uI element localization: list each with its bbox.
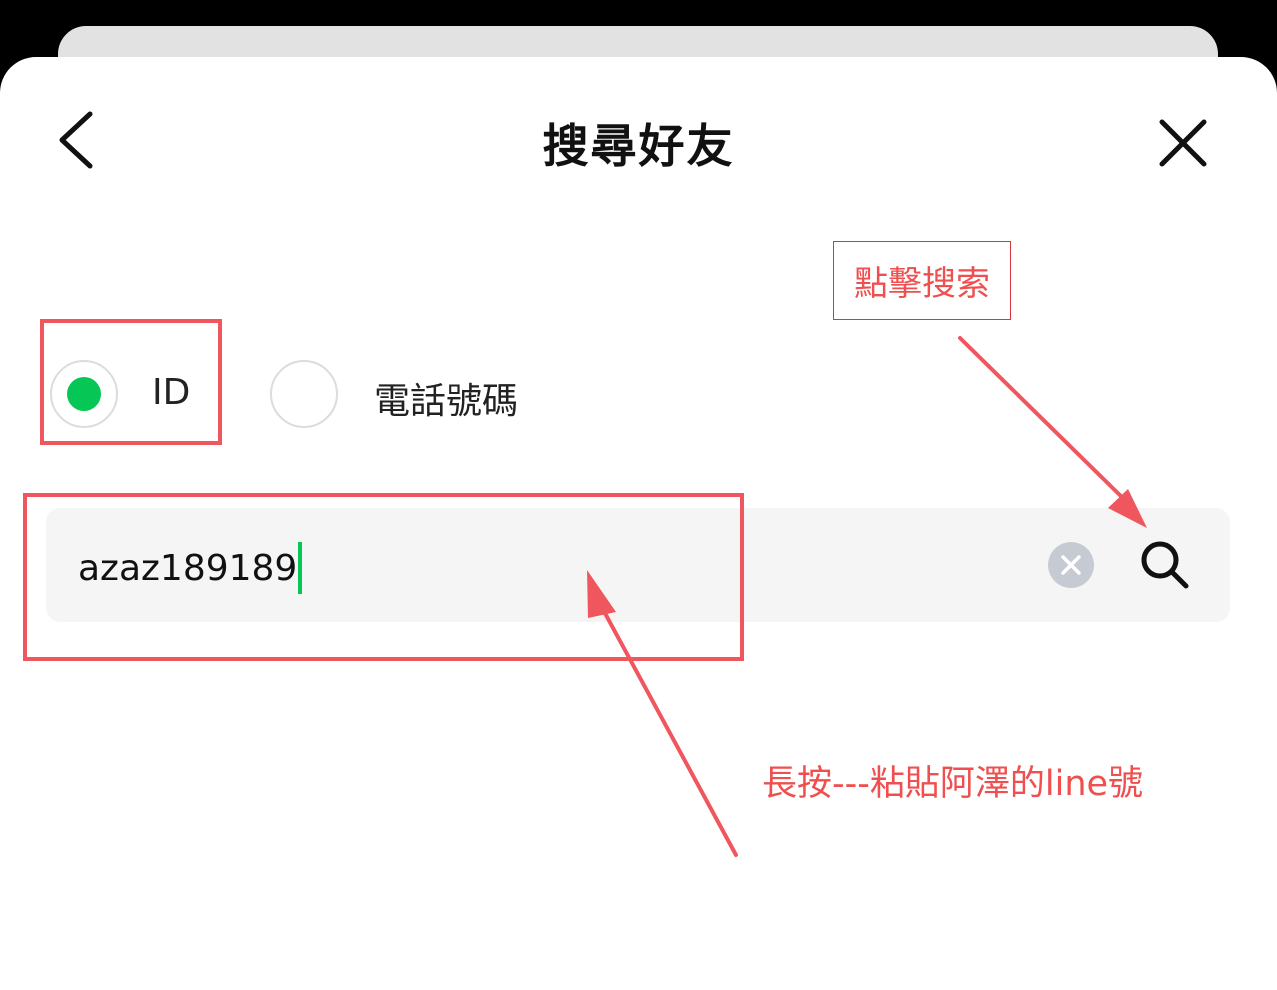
search-input[interactable]: azaz189189	[46, 508, 1230, 622]
radio-option-id[interactable]: ID	[50, 358, 210, 430]
radio-button-selected[interactable]	[50, 360, 118, 428]
search-input-value-wrap: azaz189189	[78, 542, 303, 594]
radio-label-phone: 電話號碼	[374, 381, 519, 422]
close-button[interactable]	[1148, 108, 1218, 178]
annotation-note-paste: 長按---粘貼阿澤的line號	[762, 764, 1144, 804]
page-title: 搜尋好友	[542, 119, 735, 173]
clear-button[interactable]	[1048, 542, 1094, 588]
search-icon	[1141, 541, 1189, 589]
radio-selected-dot	[67, 377, 101, 411]
close-icon	[1159, 119, 1207, 167]
radio-option-phone[interactable]: 電話號碼	[270, 358, 550, 430]
text-caret	[298, 542, 303, 594]
radio-label-id: ID	[152, 372, 191, 413]
radio-button-unselected[interactable]	[270, 360, 338, 428]
clear-icon	[1061, 555, 1081, 575]
annotation-note-tap-search: 點擊搜索	[833, 241, 1011, 320]
annotation-note-tap-search-text: 點擊搜索	[854, 264, 990, 304]
search-button[interactable]	[1136, 536, 1194, 594]
search-input-value: azaz189189	[78, 547, 298, 589]
